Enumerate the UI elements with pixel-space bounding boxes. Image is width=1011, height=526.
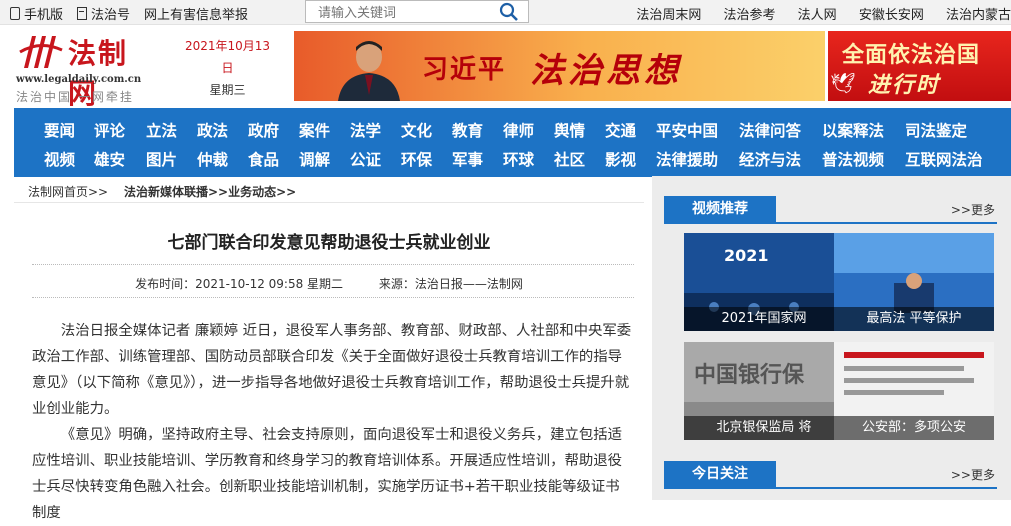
video-caption: 2021年国家网 — [684, 307, 844, 331]
nav-item[interactable]: 图片 — [146, 148, 177, 170]
divider — [14, 202, 644, 203]
article-body: 法治日报全媒体记者 廉颖婷 近日，退役军人事务部、教育部、财政部、人社部和中央军… — [32, 318, 634, 526]
nav-item[interactable]: 经济与法 — [739, 148, 801, 170]
top-bar: 手机版 法治号 网上有害信息举报 法治周末网 法治参考 法人网 安徽长安网 法治… — [0, 0, 1011, 25]
nav-item[interactable]: 食品 — [248, 148, 279, 170]
nav-item[interactable]: 评论 — [94, 119, 125, 141]
article-source: 来源：法治日报——法制网 — [378, 277, 523, 291]
partner-link[interactable]: 法人网 — [798, 8, 837, 23]
nav-item[interactable]: 政法 — [197, 119, 228, 141]
partner-links: 法治周末网 法治参考 法人网 安徽长安网 法治内蒙古 — [618, 4, 1011, 23]
partner-link[interactable]: 法治周末网 — [636, 8, 701, 23]
svg-text:2021: 2021 — [724, 246, 769, 265]
nav-row-2: 视频 雄安 图片 仲裁 食品 调解 公证 环保 军事 环球 社区 影视 法律援助… — [14, 148, 1011, 176]
nav-item[interactable]: 互联网法治 — [905, 148, 983, 170]
nav-item[interactable]: 要闻 — [44, 119, 75, 141]
xi-legal-thought-banner[interactable]: 习近平 法治思想 — [294, 31, 825, 101]
section-title: 今日关注 — [664, 461, 776, 487]
nav-item[interactable]: 以案释法 — [822, 119, 884, 141]
svg-text:中国银行保: 中国银行保 — [694, 362, 805, 388]
breadcrumb-section[interactable]: 法治新媒体联播 — [124, 185, 208, 199]
article-meta: 发布时间：2021-10-12 09:58 星期二 来源：法治日报——法制网 — [14, 275, 644, 292]
video-thumb[interactable]: 2021 2021年国家网 — [684, 233, 844, 331]
partner-link[interactable]: 法治内蒙古 — [946, 8, 1011, 23]
document-icon — [77, 7, 88, 20]
nav-item[interactable]: 影视 — [605, 148, 636, 170]
more-link[interactable]: >>更多 — [951, 201, 995, 218]
sidebar — [652, 176, 1011, 500]
mobile-version-link[interactable]: 手机版 — [10, 4, 63, 23]
dove-icon: 🕊 — [830, 71, 856, 95]
divider — [32, 297, 634, 298]
logo-slogan: 法治中国 一网牵挂 — [16, 90, 134, 104]
video-thumb[interactable]: 公安部：多项公安 — [834, 342, 994, 440]
phone-icon — [10, 7, 20, 20]
nav-item[interactable]: 政府 — [248, 119, 279, 141]
legal-account-link[interactable]: 法治号 — [77, 4, 130, 23]
partner-link[interactable]: 法治参考 — [724, 8, 776, 23]
nav-item[interactable]: 仲裁 — [197, 148, 228, 170]
search-input[interactable] — [316, 2, 500, 24]
video-thumb[interactable]: 中国银行保 北京银保监局 将 — [684, 342, 844, 440]
nav-item[interactable]: 公证 — [350, 148, 381, 170]
article-title: 七部门联合印发意见帮助退役士兵就业创业 — [167, 233, 491, 253]
breadcrumb: 法制网首页>> 法治新媒体联播>>业务动态>> — [28, 183, 296, 200]
nav-item[interactable]: 普法视频 — [822, 148, 884, 170]
current-date: 2021年10月13日 星期三 — [180, 35, 275, 101]
section-title: 视频推荐 — [664, 196, 776, 222]
breadcrumb-sub[interactable]: >>业务动态>> — [208, 185, 296, 199]
nav-item[interactable]: 雄安 — [94, 148, 125, 170]
breadcrumb-home[interactable]: 法制网首页>> — [28, 185, 108, 199]
more-link[interactable]: >>更多 — [951, 466, 995, 483]
nav-item[interactable]: 环球 — [503, 148, 534, 170]
search-icon — [499, 2, 518, 21]
nav-item[interactable]: 文化 — [401, 119, 432, 141]
search-box — [305, 0, 529, 24]
rule-of-law-banner[interactable]: 全面依法治国 🕊 进行时 — [828, 31, 1011, 101]
logo-url: www.legaldaily.com.cn — [16, 74, 142, 85]
nav-item[interactable]: 环保 — [401, 148, 432, 170]
nav-item[interactable]: 案件 — [299, 119, 330, 141]
nav-item[interactable]: 舆情 — [554, 119, 585, 141]
nav-item[interactable]: 法律援助 — [656, 148, 718, 170]
banner2-line1: 全面依法治国 — [842, 42, 981, 68]
banner1-name: 习近平 — [422, 55, 507, 85]
banner1-title: 法治思想 — [530, 51, 682, 91]
video-caption: 公安部：多项公安 — [834, 416, 994, 440]
nav-row-1: 要闻 评论 立法 政法 政府 案件 法学 文化 教育 律师 舆情 交通 平安中国… — [14, 119, 1011, 147]
nav-item[interactable]: 调解 — [299, 148, 330, 170]
nav-item[interactable]: 视频 — [44, 148, 75, 170]
partner-link[interactable]: 安徽长安网 — [859, 8, 924, 23]
nav-item[interactable]: 法学 — [350, 119, 381, 141]
video-recommend-header: 视频推荐 >>更多 — [664, 196, 997, 224]
divider — [32, 264, 634, 265]
article-paragraph: 法治日报全媒体记者 廉颖婷 近日，退役军人事务部、教育部、财政部、人社部和中央军… — [32, 323, 632, 417]
nav-item[interactable]: 立法 — [146, 119, 177, 141]
video-caption: 北京银保监局 将 — [684, 416, 844, 440]
video-thumb[interactable]: 最高法 平等保护 — [834, 233, 994, 331]
video-caption: 最高法 平等保护 — [834, 307, 994, 331]
search-button[interactable] — [488, 1, 528, 22]
main-nav: 要闻 评论 立法 政法 政府 案件 法学 文化 教育 律师 舆情 交通 平安中国… — [14, 108, 1011, 177]
weekday-text: 星期三 — [209, 83, 246, 97]
publish-time: 发布时间：2021-10-12 09:58 星期二 — [135, 277, 344, 291]
site-logo[interactable]: 法制网 www.legaldaily.com.cn 法治中国 一网牵挂 — [14, 30, 154, 110]
portrait-image — [338, 41, 400, 101]
nav-item[interactable]: 军事 — [452, 148, 483, 170]
logo-mark-icon — [19, 36, 63, 68]
nav-item[interactable]: 平安中国 — [656, 119, 718, 141]
nav-item[interactable]: 教育 — [452, 119, 483, 141]
nav-item[interactable]: 交通 — [605, 119, 636, 141]
nav-item[interactable]: 社区 — [554, 148, 585, 170]
date-text: 2021年10月13日 — [184, 39, 271, 75]
nav-item[interactable]: 律师 — [503, 119, 534, 141]
nav-item[interactable]: 司法鉴定 — [905, 119, 967, 141]
nav-item[interactable]: 法律问答 — [739, 119, 801, 141]
article-paragraph: 《意见》明确，坚持政府主导、社会支持原则，面向退役军士和退役义务兵，建立包括适应… — [32, 427, 623, 521]
today-focus-header: 今日关注 >>更多 — [664, 461, 997, 489]
report-harmful-info-link[interactable]: 网上有害信息举报 — [144, 4, 248, 23]
banner2-line2: 进行时 — [868, 72, 941, 98]
